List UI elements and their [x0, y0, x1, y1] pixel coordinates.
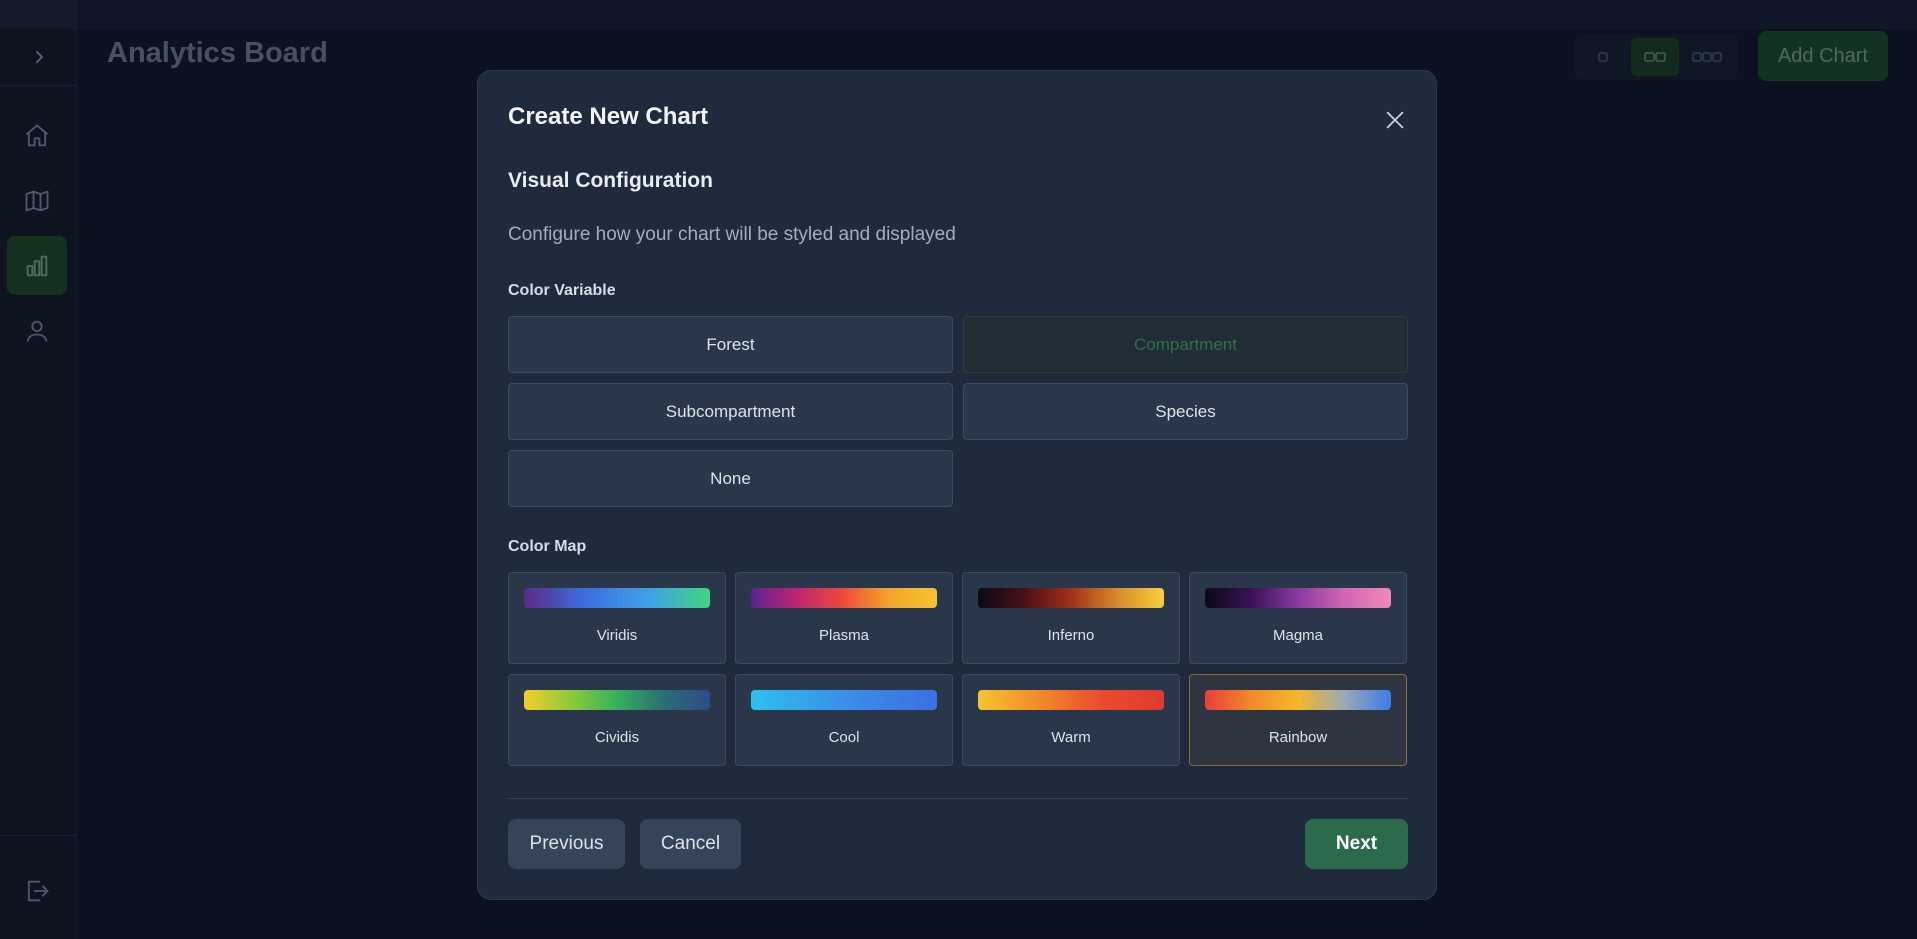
color-map-option-warm[interactable]: Warm — [962, 674, 1180, 766]
color-map-name: Cividis — [594, 729, 640, 746]
cancel-button[interactable]: Cancel — [640, 819, 741, 869]
add-chart-button[interactable]: Add Chart — [1758, 31, 1888, 81]
sidebar-item-map[interactable] — [7, 171, 67, 230]
page-title: Analytics Board — [107, 37, 328, 69]
layout-one-column-button[interactable] — [1579, 38, 1627, 76]
create-chart-modal: Create New Chart Visual Configuration Co… — [477, 70, 1437, 900]
sidebar-toggle-button[interactable] — [0, 29, 77, 85]
chart-icon — [26, 255, 48, 276]
color-variable-option-forest[interactable]: Forest — [508, 316, 953, 373]
color-variable-option-compartment[interactable]: Compartment — [963, 316, 1408, 373]
map-icon — [25, 190, 49, 211]
plasma-swatch — [751, 588, 937, 608]
logout-icon — [27, 880, 49, 901]
sidebar-item-charts[interactable] — [7, 236, 67, 295]
color-map-option-viridis[interactable]: Viridis — [508, 572, 726, 664]
rainbow-swatch — [1205, 690, 1391, 710]
color-map-option-cool[interactable]: Cool — [735, 674, 953, 766]
sidebar — [0, 29, 77, 939]
color-map-name: Rainbow — [1268, 729, 1328, 746]
two-column-icon — [1644, 52, 1666, 62]
one-column-icon — [1598, 52, 1608, 62]
home-icon — [25, 124, 49, 146]
footer-divider — [508, 798, 1408, 799]
cool-swatch — [751, 690, 937, 710]
color-map-name: Viridis — [596, 627, 638, 644]
color-map-name: Plasma — [818, 627, 870, 644]
color-map-name: Magma — [1272, 627, 1324, 644]
color-map-name: Warm — [1051, 729, 1091, 746]
cividis-swatch — [524, 690, 710, 710]
color-map-option-rainbow[interactable]: Rainbow — [1189, 674, 1407, 766]
sidebar-divider — [0, 85, 77, 86]
logout-button[interactable] — [7, 861, 67, 920]
color-map-name: Inferno — [1047, 627, 1095, 644]
color-map-option-inferno[interactable]: Inferno — [962, 572, 1180, 664]
modal-title: Create New Chart — [508, 103, 709, 130]
layout-three-column-button[interactable] — [1683, 38, 1731, 76]
three-column-icon — [1692, 52, 1722, 62]
chevron-right-icon — [35, 50, 43, 64]
layout-switcher — [1575, 34, 1738, 80]
close-button[interactable] — [1378, 103, 1412, 137]
color-map-option-cividis[interactable]: Cividis — [508, 674, 726, 766]
next-button[interactable]: Next — [1305, 819, 1408, 869]
previous-button[interactable]: Previous — [508, 819, 625, 869]
user-icon — [26, 320, 48, 342]
color-variable-option-subcompartment[interactable]: Subcompartment — [508, 383, 953, 440]
color-map-option-magma[interactable]: Magma — [1189, 572, 1407, 664]
color-map-label: Color Map — [508, 538, 587, 555]
inferno-swatch — [978, 588, 1164, 608]
color-variable-label: Color Variable — [508, 282, 616, 299]
layout-two-column-button[interactable] — [1631, 38, 1679, 76]
color-map-name: Cool — [828, 729, 860, 746]
top-strip-corner — [0, 0, 77, 29]
sidebar-item-home[interactable] — [7, 106, 67, 165]
warm-swatch — [978, 690, 1164, 710]
section-title: Visual Configuration — [508, 169, 713, 192]
magma-swatch — [1205, 588, 1391, 608]
sidebar-divider — [0, 835, 77, 836]
viridis-swatch — [524, 588, 710, 608]
section-description: Configure how your chart will be styled … — [508, 224, 956, 245]
top-strip — [0, 0, 1917, 29]
close-icon — [1386, 111, 1404, 129]
sidebar-item-profile[interactable] — [7, 301, 67, 360]
color-variable-option-none[interactable]: None — [508, 450, 953, 507]
color-variable-option-species[interactable]: Species — [963, 383, 1408, 440]
color-map-option-plasma[interactable]: Plasma — [735, 572, 953, 664]
